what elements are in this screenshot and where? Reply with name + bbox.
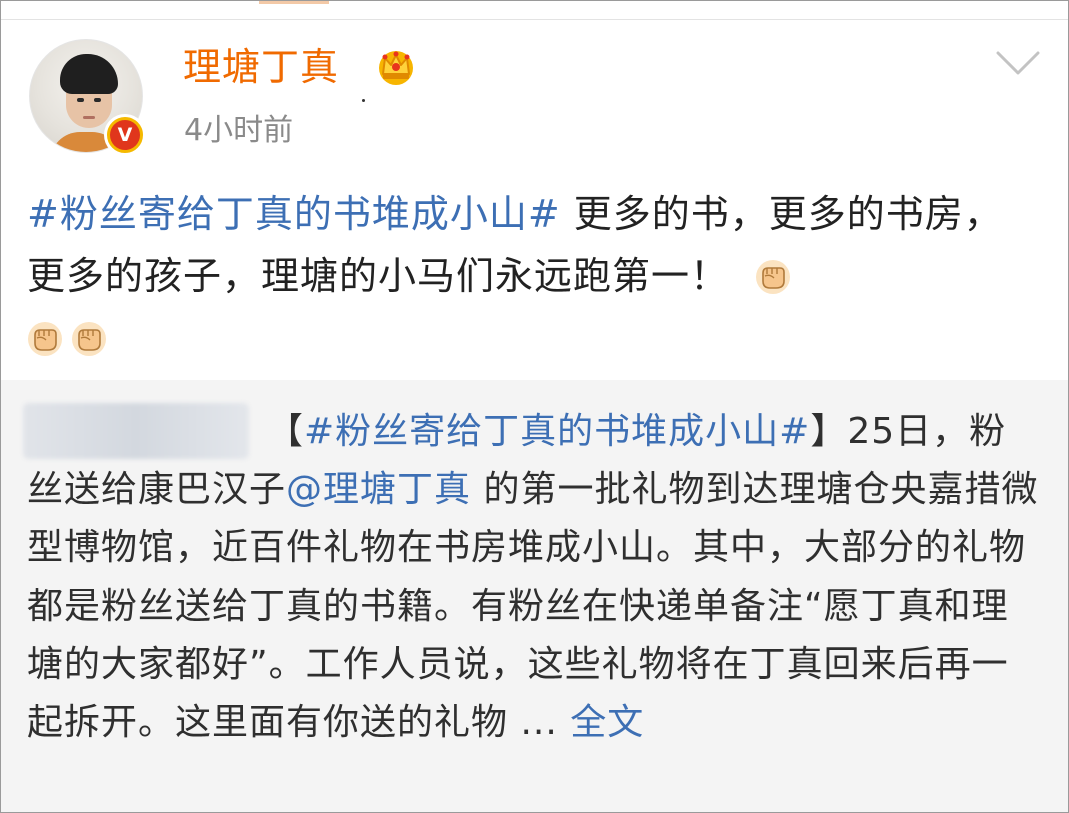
repost-text: 【#粉丝寄给丁真的书堆成小山#】25日，粉丝送给康巴汉子@理塘丁真 的第一批礼物… [27, 403, 1042, 752]
repost-topic-link[interactable]: #粉丝寄给丁真的书堆成小山# [304, 411, 810, 452]
verified-icon: V [104, 114, 146, 156]
decor-dot [362, 99, 365, 102]
mention-link[interactable]: @理塘丁真 [286, 469, 471, 510]
avatar-eye [77, 98, 84, 102]
timestamp: 4小时前 [184, 113, 294, 148]
fist-emoji-icon [756, 260, 791, 294]
repost-text-part2: 的第一批礼物到达理塘仓央嘉措微型博物馆，近百件礼物在书房堆成小山。其中，大部分的… [27, 469, 1039, 744]
fist-emoji-icon [72, 322, 106, 356]
avatar-mouth [83, 116, 95, 119]
chevron-down-icon[interactable] [995, 49, 1041, 77]
weibo-post-card: V 理塘丁真 4小时前 #粉丝寄给丁真的书堆成小山# 更多的书，更多的书房，更多… [0, 0, 1069, 813]
top-strip [1, 1, 1068, 20]
fist-emoji-icon [28, 322, 62, 356]
repost-bracket-open: 【 [267, 411, 305, 452]
top-strip-accent [259, 1, 329, 4]
repost-bracket-close: 】 [810, 411, 848, 452]
verified-badge-label: V [110, 120, 140, 150]
full-text-link[interactable]: 全文 [570, 702, 644, 743]
username[interactable]: 理塘丁真 [183, 43, 339, 91]
author-spacer [27, 433, 267, 443]
post-topic-link[interactable]: #粉丝寄给丁真的书堆成小山# [27, 192, 561, 236]
avatar-hair [60, 54, 118, 94]
crown-icon[interactable] [374, 44, 418, 88]
avatar-eye [94, 98, 101, 102]
post-text: #粉丝寄给丁真的书堆成小山# 更多的书，更多的书房，更多的孩子，理塘的小马们永远… [27, 183, 1037, 369]
